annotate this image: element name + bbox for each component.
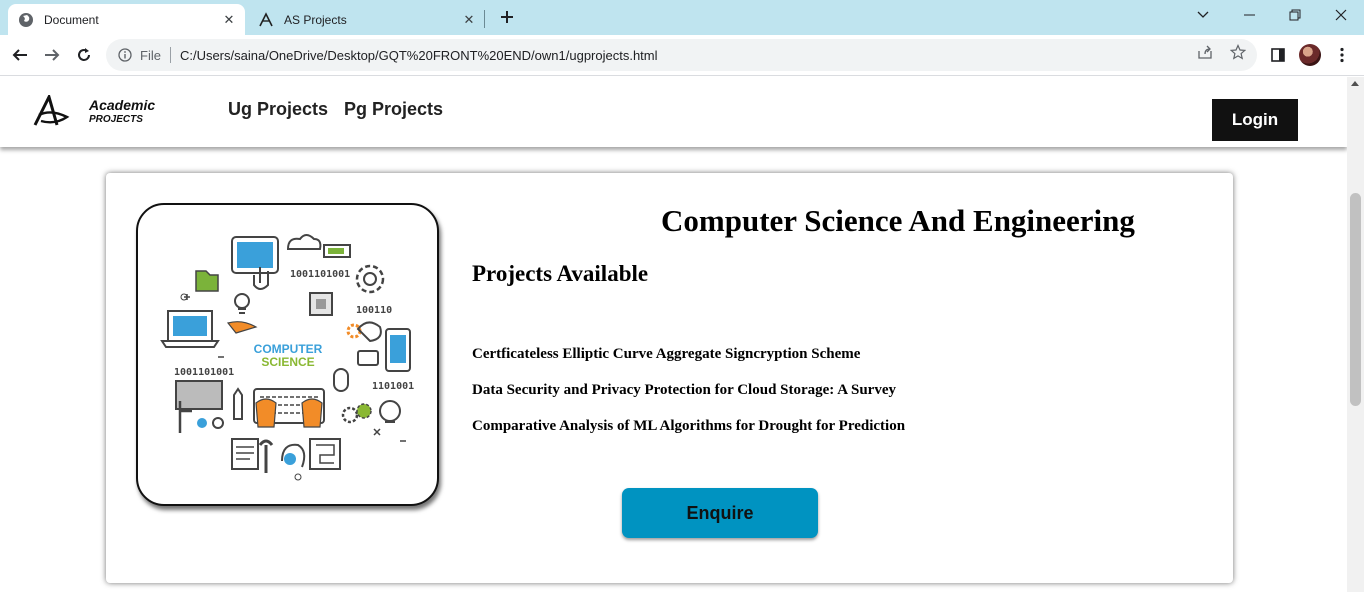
tab-strip: Document ✕ AS Projects ✕ [0,0,1364,35]
nav-ug-projects[interactable]: Ug Projects [228,99,328,120]
profile-avatar[interactable] [1299,44,1321,66]
logo-favicon-icon [258,11,274,28]
svg-text:1101001: 1101001 [372,381,414,392]
computer-science-illustration: 1001101001 100110 1001101001 1101001 COM… [136,203,439,506]
illustration-caption-line1: COMPUTER [254,342,323,356]
close-icon[interactable]: ✕ [459,10,479,30]
tab-as-projects[interactable]: AS Projects ✕ [248,4,485,35]
more-menu-icon[interactable] [1331,44,1353,66]
project-item[interactable]: Certficateless Elliptic Curve Aggregate … [472,346,860,363]
star-icon[interactable] [1229,43,1247,61]
page-viewport: Academic PROJECTS Ug Projects Pg Project… [0,77,1347,592]
back-arrow-icon[interactable] [6,41,34,69]
svg-text:1001101001: 1001101001 [174,367,234,378]
tab-search-chevron-icon[interactable] [1180,0,1226,30]
tab-separator [484,10,485,28]
address-bar[interactable]: File C:/Users/saina/OneDrive/Desktop/GQT… [106,39,1257,71]
site-navbar: Academic PROJECTS Ug Projects Pg Project… [0,77,1347,147]
restore-icon[interactable] [1272,0,1318,30]
minimize-icon[interactable] [1226,0,1272,30]
tab-title: Document [44,12,99,27]
login-button[interactable]: Login [1212,99,1298,141]
divider [169,47,171,63]
reload-icon[interactable] [70,41,98,69]
forward-arrow-icon[interactable] [38,41,66,69]
info-icon[interactable] [117,47,133,63]
academic-projects-logo[interactable]: Academic PROJECTS [33,92,201,127]
illustration-caption-line2: SCIENCE [261,355,314,369]
svg-text:1001101001: 1001101001 [290,269,350,280]
globe-icon [18,12,34,28]
close-window-icon[interactable] [1318,0,1364,30]
share-icon[interactable] [1196,43,1214,61]
projects-available-heading: Projects Available [472,261,649,286]
department-card: 1001101001 100110 1001101001 1101001 COM… [106,173,1233,583]
side-panel-icon[interactable] [1267,44,1289,66]
scroll-thumb[interactable] [1350,193,1361,406]
nav-pg-projects[interactable]: Pg Projects [344,99,443,120]
tab-title: AS Projects [284,12,347,27]
close-icon[interactable]: ✕ [219,10,239,30]
project-item[interactable]: Data Security and Privacy Protection for… [472,382,896,399]
url-text[interactable]: C:/Users/saina/OneDrive/Desktop/GQT%20FR… [180,48,658,63]
project-item[interactable]: Comparative Analysis of ML Algorithms fo… [472,418,905,435]
scroll-up-arrow-icon[interactable] [1351,81,1359,86]
new-tab-icon[interactable] [496,6,518,28]
logo-text-academic: Academic [88,97,155,113]
url-protocol: File [140,47,161,63]
logo-text-projects: PROJECTS [89,114,143,125]
browser-toolbar: File C:/Users/saina/OneDrive/Desktop/GQT… [0,35,1364,76]
svg-text:100110: 100110 [356,305,392,316]
tab-document[interactable]: Document ✕ [8,4,245,35]
department-title: Computer Science And Engineering [661,203,1135,238]
enquire-button[interactable]: Enquire [622,488,818,538]
vertical-scrollbar[interactable] [1347,77,1364,592]
